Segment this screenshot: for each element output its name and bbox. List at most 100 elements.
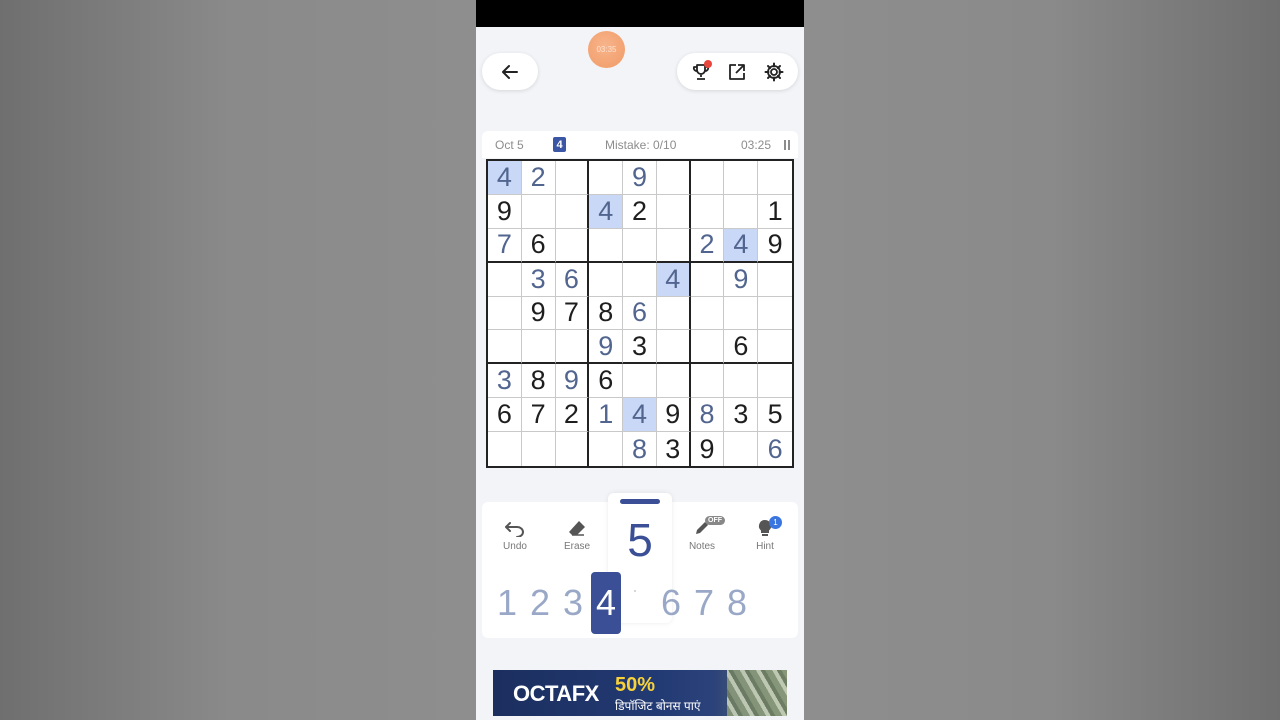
sudoku-cell[interactable]: 6 xyxy=(758,432,792,466)
sudoku-cell[interactable] xyxy=(656,296,691,331)
number-key-2[interactable]: 2 xyxy=(525,572,555,634)
sudoku-cell[interactable] xyxy=(724,364,759,399)
sudoku-cell[interactable] xyxy=(589,262,624,297)
sudoku-cell[interactable]: 4 xyxy=(589,194,624,229)
sudoku-cell[interactable]: 9 xyxy=(488,194,522,229)
sudoku-cell[interactable]: 7 xyxy=(521,398,556,433)
sudoku-cell[interactable]: 4 xyxy=(488,161,522,195)
ad-banner[interactable]: OCTAFX 50% डिपॉजिट बोनस पाएं xyxy=(493,670,787,716)
sudoku-cell[interactable]: 2 xyxy=(690,228,725,263)
sudoku-cell[interactable] xyxy=(690,194,725,229)
sudoku-cell[interactable]: 2 xyxy=(555,398,590,433)
share-button[interactable] xyxy=(724,59,750,85)
sudoku-cell[interactable]: 6 xyxy=(724,330,759,365)
sudoku-cell[interactable]: 6 xyxy=(488,398,522,433)
sudoku-cell[interactable]: 6 xyxy=(555,262,590,297)
sudoku-cell[interactable]: 3 xyxy=(623,330,657,365)
sudoku-cell[interactable]: 3 xyxy=(724,398,759,433)
sudoku-cell[interactable] xyxy=(656,364,691,399)
sudoku-cell[interactable]: 6 xyxy=(521,228,556,263)
sudoku-cell[interactable] xyxy=(488,262,522,297)
sudoku-cell[interactable]: 8 xyxy=(589,296,624,331)
sudoku-cell[interactable] xyxy=(758,263,792,297)
erase-button[interactable]: Erase xyxy=(552,516,602,552)
sudoku-cell[interactable]: 3 xyxy=(521,262,556,297)
sudoku-cell[interactable] xyxy=(555,161,590,195)
sudoku-cell[interactable] xyxy=(522,432,556,466)
pause-icon[interactable] xyxy=(784,140,790,150)
sudoku-cell[interactable] xyxy=(758,161,792,195)
sudoku-cell[interactable]: 4 xyxy=(656,262,691,297)
sudoku-cell[interactable]: 9 xyxy=(691,432,725,466)
sudoku-cell[interactable] xyxy=(690,364,725,399)
sudoku-cell[interactable] xyxy=(589,228,624,263)
number-key-1[interactable]: 1 xyxy=(492,572,522,634)
sudoku-cell[interactable] xyxy=(555,228,590,263)
sudoku-cell[interactable]: 4 xyxy=(724,228,759,263)
sudoku-cell[interactable]: 9 xyxy=(521,296,556,331)
sudoku-cell[interactable]: 3 xyxy=(488,364,522,399)
settings-button[interactable] xyxy=(761,59,787,85)
sudoku-cell[interactable]: 1 xyxy=(758,195,792,229)
recording-indicator[interactable]: 03:35 xyxy=(588,31,625,68)
sudoku-cell[interactable] xyxy=(656,228,691,263)
sudoku-cell[interactable] xyxy=(488,330,522,365)
number-key-6[interactable]: 6 xyxy=(656,572,686,634)
sudoku-cell[interactable]: 8 xyxy=(690,398,725,433)
sudoku-cell[interactable] xyxy=(555,194,590,229)
sudoku-cell[interactable]: 2 xyxy=(623,194,657,229)
sudoku-cell[interactable]: 9 xyxy=(724,262,759,297)
sudoku-cell[interactable] xyxy=(623,364,657,399)
sudoku-cell[interactable]: 9 xyxy=(758,229,792,263)
sudoku-cell[interactable]: 7 xyxy=(488,228,522,263)
back-button[interactable] xyxy=(482,53,538,90)
sudoku-cell[interactable] xyxy=(488,296,522,331)
sudoku-cell[interactable]: 4 xyxy=(623,398,657,433)
sudoku-cell[interactable]: 1 xyxy=(589,398,624,433)
number-key-7[interactable]: 7 xyxy=(689,572,719,634)
sudoku-cell[interactable]: 9 xyxy=(656,398,691,433)
sudoku-cell[interactable]: 9 xyxy=(589,330,624,365)
sudoku-cell[interactable] xyxy=(521,330,556,365)
sudoku-cell[interactable]: 3 xyxy=(657,432,691,466)
sudoku-cell[interactable] xyxy=(623,262,657,297)
sudoku-cell[interactable]: 8 xyxy=(623,432,657,466)
sudoku-cell[interactable]: 6 xyxy=(589,364,624,399)
sudoku-cell[interactable]: 9 xyxy=(555,364,590,399)
sudoku-cell[interactable] xyxy=(656,194,691,229)
sudoku-cell[interactable] xyxy=(589,432,624,466)
sudoku-cell[interactable]: 2 xyxy=(521,161,556,195)
share-icon xyxy=(729,63,746,80)
sudoku-cell[interactable] xyxy=(556,432,590,466)
sudoku-cell[interactable]: 9 xyxy=(623,161,657,195)
sudoku-cell[interactable] xyxy=(589,161,624,195)
sudoku-cell[interactable]: 6 xyxy=(623,296,657,331)
number-key-3[interactable]: 3 xyxy=(558,572,588,634)
trophy-button[interactable] xyxy=(688,59,714,85)
sudoku-cell[interactable] xyxy=(758,297,792,331)
sudoku-cell[interactable] xyxy=(488,432,522,466)
sudoku-cell[interactable]: 7 xyxy=(555,296,590,331)
sudoku-cell[interactable] xyxy=(758,364,792,399)
sudoku-cell[interactable] xyxy=(690,330,725,365)
sudoku-cell[interactable] xyxy=(724,194,759,229)
sudoku-cell[interactable]: 8 xyxy=(521,364,556,399)
undo-button[interactable]: Undo xyxy=(490,516,540,552)
sudoku-cell[interactable] xyxy=(521,194,556,229)
sudoku-cell[interactable] xyxy=(623,228,657,263)
sudoku-cell[interactable] xyxy=(724,432,759,466)
sudoku-cell[interactable]: 5 xyxy=(758,398,792,433)
sudoku-cell[interactable] xyxy=(656,330,691,365)
sudoku-cell[interactable] xyxy=(724,296,759,331)
sudoku-cell[interactable] xyxy=(656,161,691,195)
sudoku-cell[interactable] xyxy=(724,161,759,195)
sudoku-cell[interactable] xyxy=(555,330,590,365)
number-key-4[interactable]: 4 xyxy=(591,572,621,634)
notes-button[interactable]: OFF Notes xyxy=(677,516,727,552)
hint-button[interactable]: 1 Hint xyxy=(740,516,790,552)
number-key-8[interactable]: 8 xyxy=(722,572,752,634)
sudoku-cell[interactable] xyxy=(758,330,792,365)
sudoku-cell[interactable] xyxy=(690,262,725,297)
sudoku-cell[interactable] xyxy=(690,296,725,331)
sudoku-cell[interactable] xyxy=(690,161,725,195)
